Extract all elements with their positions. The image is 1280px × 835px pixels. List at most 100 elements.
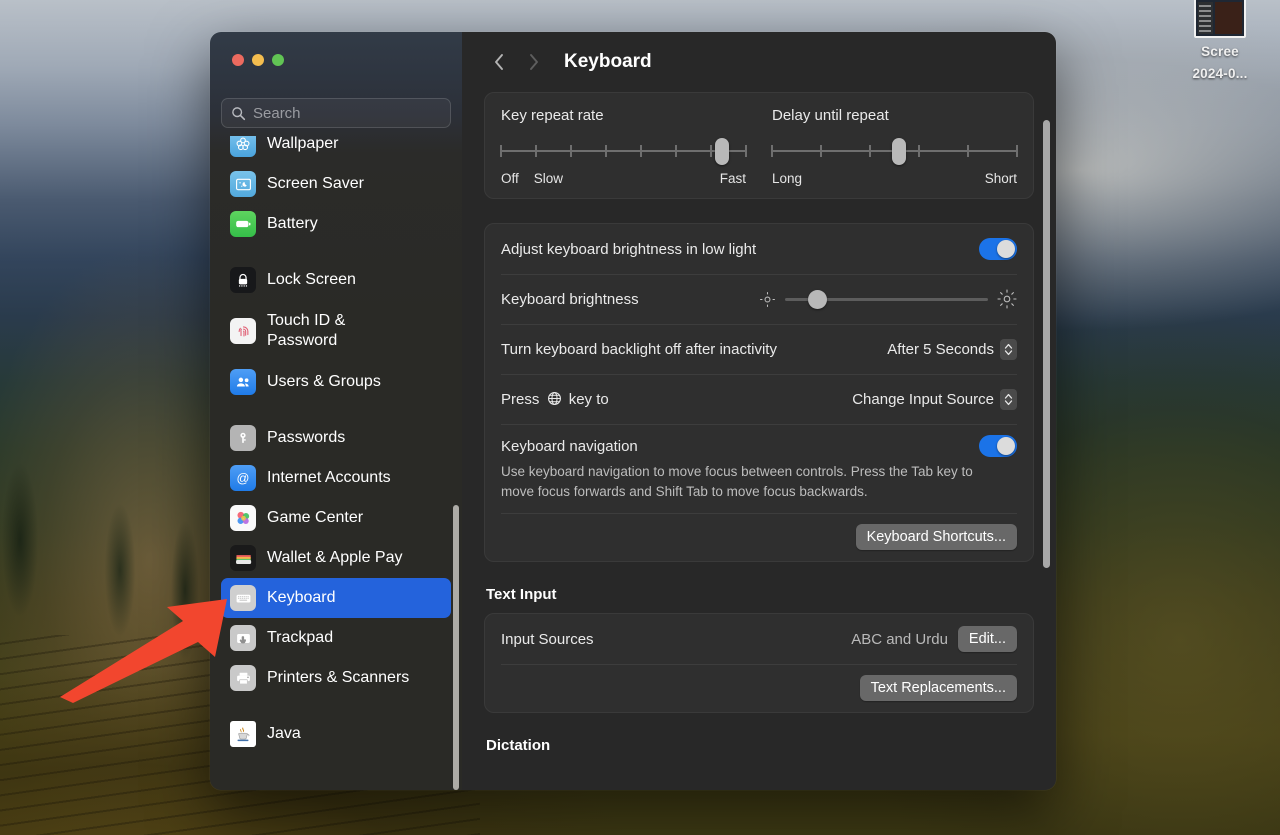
- desktop-file-name-line1: Scree: [1160, 43, 1280, 60]
- sidebar-item-keyboard[interactable]: Keyboard: [221, 578, 451, 618]
- sidebar-item-users-groups[interactable]: Users & Groups: [221, 362, 451, 402]
- slider-tick: [605, 145, 607, 157]
- search-input[interactable]: [253, 105, 441, 122]
- keyboard-navigation-toggle[interactable]: [979, 435, 1017, 457]
- text-input-section-title: Text Input: [486, 586, 1034, 603]
- sidebar-list: Wallpaper Screen Saver: [210, 136, 462, 754]
- gamecenter-icon: [230, 505, 256, 531]
- sidebar-item-wallet-apple-pay[interactable]: Wallet & Apple Pay: [221, 538, 451, 578]
- search-field[interactable]: [221, 98, 451, 128]
- delay-until-repeat-slider[interactable]: [772, 140, 1017, 162]
- search-container: [221, 98, 451, 128]
- auto-brightness-row: Adjust keyboard brightness in low light: [485, 224, 1033, 274]
- key-icon: [230, 425, 256, 451]
- backlight-off-row: Turn keyboard backlight off after inacti…: [485, 324, 1033, 374]
- window-traffic-lights: [232, 54, 284, 66]
- search-icon: [231, 106, 246, 121]
- sidebar-item-passwords[interactable]: Passwords: [221, 418, 451, 458]
- input-sources-value: ABC and Urdu: [851, 631, 948, 648]
- globe-key-label-before: Press: [501, 391, 539, 408]
- input-sources-row: Input Sources ABC and Urdu Edit...: [485, 614, 1033, 664]
- slider-tick: [820, 145, 822, 157]
- sidebar-item-wallpaper[interactable]: Wallpaper: [221, 136, 451, 164]
- key-repeat-rate-group: Key repeat rate Off Slow Fast: [501, 107, 746, 186]
- sidebar: Wallpaper Screen Saver: [210, 32, 462, 790]
- repeat-settings-card: Key repeat rate Off Slow Fast: [484, 92, 1034, 199]
- sidebar-item-label: Keyboard: [267, 588, 336, 608]
- sidebar-item-label: Wallpaper: [267, 136, 338, 154]
- slider-thumb[interactable]: [892, 138, 906, 165]
- keyboard-shortcuts-button[interactable]: Keyboard Shortcuts...: [856, 524, 1017, 550]
- lock-icon: [230, 267, 256, 293]
- keyboard-brightness-label: Keyboard brightness: [501, 291, 759, 308]
- input-sources-label: Input Sources: [501, 631, 851, 648]
- text-input-card: Input Sources ABC and Urdu Edit... Text …: [484, 613, 1034, 713]
- globe-key-row: Press key to Change Input Sourc: [485, 374, 1033, 424]
- sidebar-divider: [221, 698, 451, 714]
- slider-tick: [500, 145, 502, 157]
- slider-tick: [640, 145, 642, 157]
- sidebar-item-label: Lock Screen: [267, 270, 356, 290]
- globe-icon: [547, 391, 562, 406]
- sidebar-scroll-area[interactable]: Wallpaper Screen Saver: [210, 136, 462, 790]
- backlight-off-label: Turn keyboard backlight off after inacti…: [501, 341, 887, 358]
- sidebar-item-screen-saver[interactable]: Screen Saver: [221, 164, 451, 204]
- brightness-high-icon: [997, 289, 1017, 309]
- chevron-right-icon: [527, 52, 540, 72]
- sidebar-item-battery[interactable]: Battery: [221, 204, 451, 244]
- main-scrollbar[interactable]: [1043, 120, 1050, 568]
- sidebar-item-touch-id-password[interactable]: Touch ID & Password: [221, 300, 451, 362]
- back-button[interactable]: [482, 45, 516, 79]
- keyboard-brightness-slider[interactable]: [759, 289, 1017, 309]
- slider-tick: [771, 145, 773, 157]
- brightness-knob[interactable]: [808, 290, 827, 309]
- input-sources-edit-button[interactable]: Edit...: [958, 626, 1017, 652]
- text-replacements-button[interactable]: Text Replacements...: [860, 675, 1017, 701]
- slider-tick: [675, 145, 677, 157]
- toolbar: Keyboard: [462, 32, 1056, 92]
- slider-thumb[interactable]: [715, 138, 729, 165]
- slider-tick: [918, 145, 920, 157]
- battery-icon: [230, 211, 256, 237]
- key-repeat-rate-slider[interactable]: [501, 140, 746, 162]
- svg-text:@: @: [237, 471, 250, 486]
- keyboard-navigation-row: Keyboard navigation Use keyboard navigat…: [485, 424, 1033, 513]
- delay-short-label: Short: [985, 171, 1017, 186]
- slider-tick: [745, 145, 747, 157]
- screenshot-thumbnail-icon: [1194, 0, 1246, 38]
- key-repeat-slow-label: Slow: [534, 171, 563, 186]
- globe-key-value: Change Input Source: [852, 391, 994, 408]
- sidebar-divider: [221, 402, 451, 418]
- page-title: Keyboard: [564, 51, 652, 73]
- printer-icon: [230, 665, 256, 691]
- chevron-updown-icon: [1000, 339, 1017, 360]
- sidebar-item-label: Users & Groups: [267, 372, 381, 392]
- key-repeat-off-label: Off: [501, 171, 519, 186]
- sidebar-divider: [221, 244, 451, 260]
- forward-button[interactable]: [516, 45, 550, 79]
- dictation-section-title: Dictation: [486, 737, 1034, 754]
- backlight-off-popup-button[interactable]: After 5 Seconds: [887, 339, 1017, 360]
- keyboard-icon: [230, 585, 256, 611]
- sidebar-item-label: Battery: [267, 214, 318, 234]
- desktop-background: Scree 2024-0...: [0, 0, 1280, 835]
- sidebar-item-lock-screen[interactable]: Lock Screen: [221, 260, 451, 300]
- minimize-button[interactable]: [252, 54, 264, 66]
- sidebar-item-label: Trackpad: [267, 628, 333, 648]
- auto-brightness-toggle[interactable]: [979, 238, 1017, 260]
- slider-tick: [1016, 145, 1018, 157]
- close-button[interactable]: [232, 54, 244, 66]
- sidebar-scrollbar[interactable]: [453, 505, 459, 790]
- desktop-file-screenshot[interactable]: Scree 2024-0...: [1160, 0, 1280, 82]
- globe-key-popup-button[interactable]: Change Input Source: [852, 389, 1017, 410]
- slider-tick: [535, 145, 537, 157]
- sidebar-item-label: Screen Saver: [267, 174, 364, 194]
- sidebar-item-java[interactable]: Java: [221, 714, 451, 754]
- sidebar-item-trackpad[interactable]: Trackpad: [221, 618, 451, 658]
- zoom-button[interactable]: [272, 54, 284, 66]
- sidebar-item-game-center[interactable]: Game Center: [221, 498, 451, 538]
- sidebar-item-internet-accounts[interactable]: @ Internet Accounts: [221, 458, 451, 498]
- sidebar-item-printers-scanners[interactable]: Printers & Scanners: [221, 658, 451, 698]
- touchid-icon: [230, 318, 256, 344]
- delay-until-repeat-group: Delay until repeat Long Short: [772, 107, 1017, 186]
